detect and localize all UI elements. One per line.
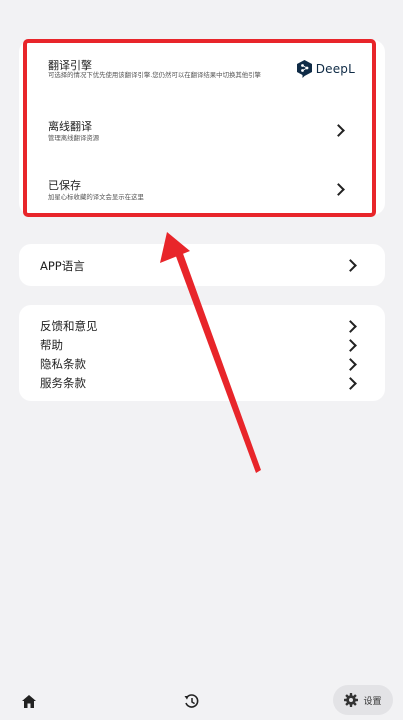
app-language-card[interactable]: APP语言: [19, 244, 385, 286]
chevron-right-icon: [344, 377, 357, 390]
terms-row[interactable]: 服务条款: [19, 374, 385, 393]
app-language-label: APP语言: [40, 259, 85, 273]
terms-label: 服务条款: [40, 376, 86, 390]
privacy-label: 隐私条款: [40, 357, 86, 371]
history-icon: [184, 693, 198, 708]
chevron-right-icon: [344, 320, 357, 333]
home-icon: [22, 694, 36, 708]
feedback-label: 反馈和意见: [40, 319, 98, 333]
settings-label: 设置: [363, 696, 382, 707]
feedback-row[interactable]: 反馈和意见: [19, 317, 385, 336]
chevron-right-icon: [344, 259, 357, 272]
deepl-brand-text: DeepL: [315, 62, 355, 76]
privacy-row[interactable]: 隐私条款: [19, 355, 385, 374]
help-label: 帮助: [40, 338, 63, 352]
gear-icon: [344, 693, 359, 707]
translation-engine-desc: 可选择的情况下优先使用该翻译引擎.您仍然可以在翻译结果中切换其他引擎: [48, 71, 261, 79]
home-button[interactable]: [16, 688, 42, 714]
translation-engine-row[interactable]: 翻译引擎 可选择的情况下优先使用该翻译引擎.您仍然可以在翻译结果中切换其他引擎 …: [19, 40, 385, 102]
offline-translation-desc: 管理离线翻译资源: [48, 134, 100, 142]
deepl-logo: DeepL: [296, 59, 355, 79]
saved-title: 已保存: [48, 179, 81, 192]
history-button[interactable]: [178, 688, 204, 714]
chevron-right-icon: [344, 358, 357, 371]
settings-button[interactable]: 设置: [333, 685, 393, 715]
saved-desc: 加星心标收藏的译文会显示在这里: [48, 193, 144, 201]
deepl-icon: [296, 60, 312, 78]
more-options-card: 反馈和意见 帮助 隐私条款 服务条款: [19, 305, 385, 401]
offline-translation-row[interactable]: 离线翻译 管理离线翻译资源: [19, 102, 385, 159]
chevron-right-icon: [344, 339, 357, 352]
saved-row[interactable]: 已保存 加星心标收藏的译文会显示在这里: [19, 159, 385, 215]
offline-translation-title: 离线翻译: [48, 120, 92, 133]
bottom-navigation: 设置: [0, 680, 403, 720]
translation-settings-card: 翻译引擎 可选择的情况下优先使用该翻译引擎.您仍然可以在翻译结果中切换其他引擎 …: [19, 40, 385, 215]
help-row[interactable]: 帮助: [19, 336, 385, 355]
